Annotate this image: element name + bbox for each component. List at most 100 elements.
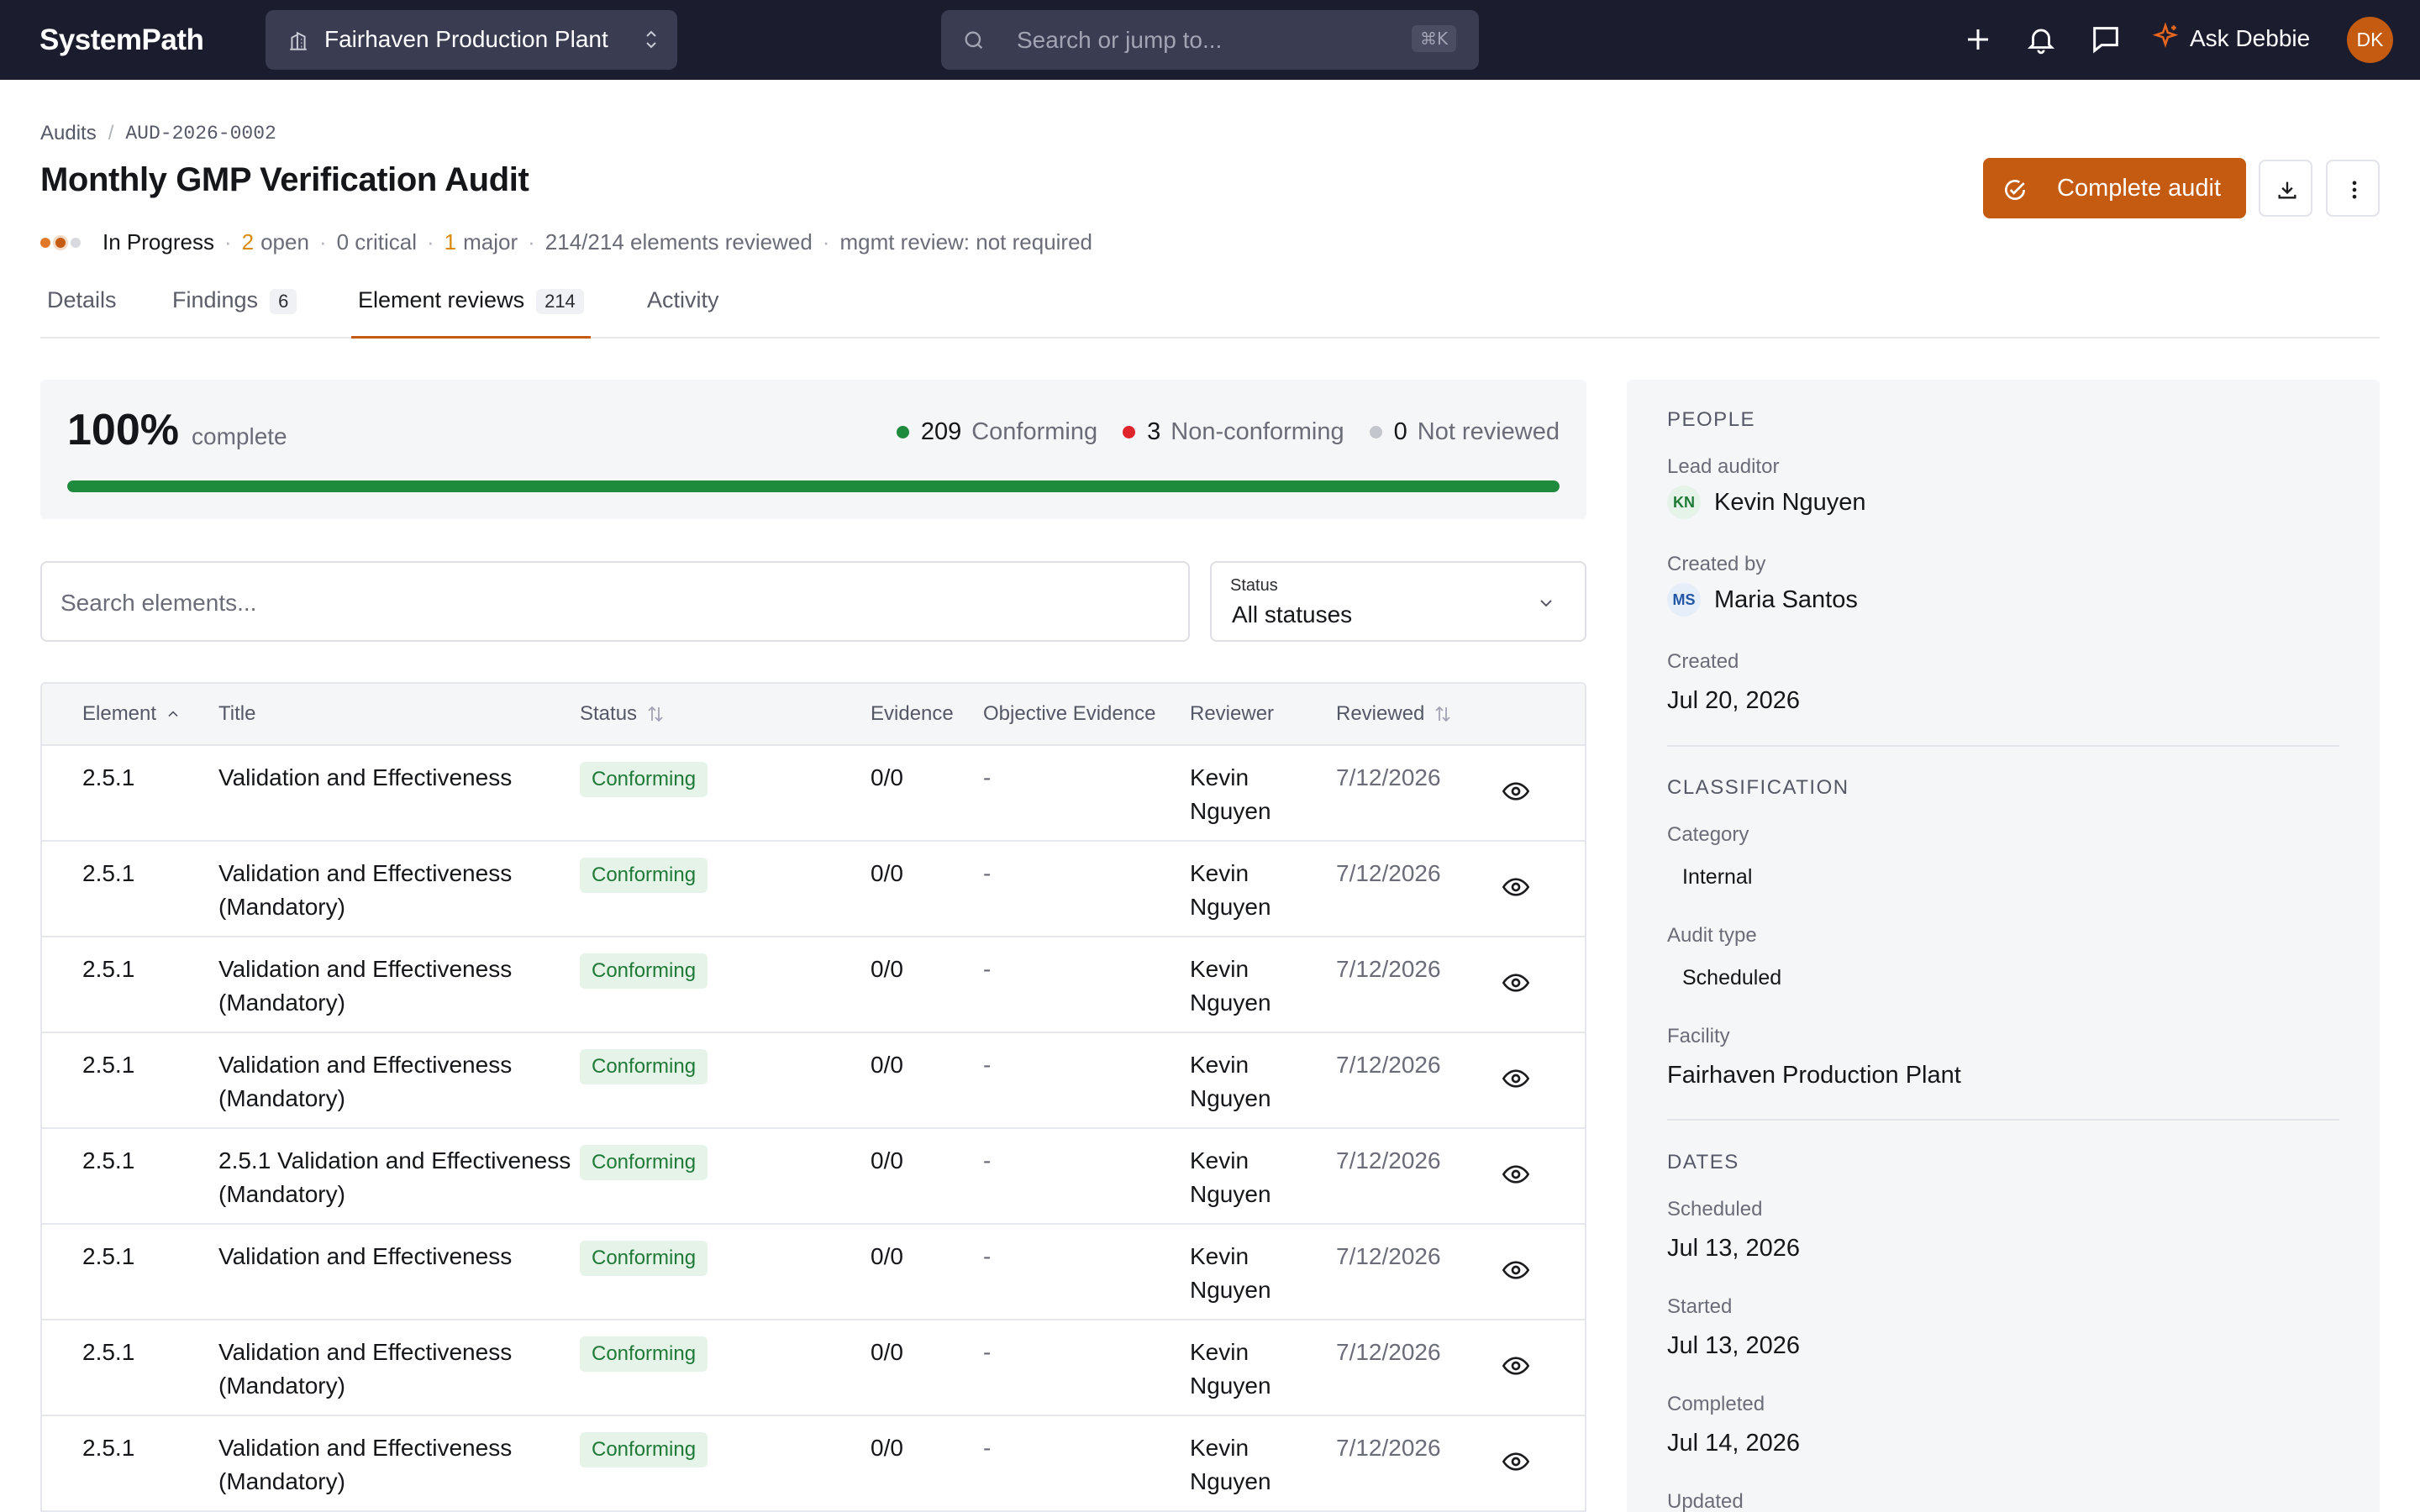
breadcrumb-current: AUD-2026-0002 [125, 123, 276, 144]
element-search-input[interactable]: Search elements... [40, 561, 1190, 642]
started-label: Started [1667, 1295, 1733, 1318]
completed-value: Jul 14, 2026 [1667, 1430, 1801, 1457]
row-title: Validation and Effectiveness [218, 1243, 513, 1269]
col-status-header[interactable]: Status [580, 702, 666, 726]
eye-icon[interactable] [1502, 1257, 1530, 1290]
app-logo[interactable]: SystemPath [39, 24, 204, 57]
col-status-label: Status [580, 702, 638, 725]
more-actions-button[interactable] [2326, 160, 2380, 217]
eye-icon[interactable] [1502, 1352, 1530, 1386]
row-element: 2.5.1 [82, 1052, 135, 1078]
chevron-down-icon [1536, 593, 1556, 617]
status-filter-select[interactable]: Status All statuses [1210, 561, 1586, 642]
category-value: Internal [1667, 860, 1768, 895]
tab-details[interactable]: Details [47, 287, 117, 339]
row-objective-evidence: - [983, 764, 992, 790]
table-row[interactable]: 2.5.1 Validation and Effectiveness (Mand… [42, 1416, 1585, 1510]
tab-element-reviews-label: Element reviews [358, 287, 525, 312]
row-element: 2.5.1 [82, 1147, 135, 1173]
table-row[interactable]: 2.5.1 Validation and Effectiveness (Mand… [42, 1320, 1585, 1416]
status-badge: Conforming [580, 1241, 708, 1276]
col-reviewer-label: Reviewer [1190, 702, 1275, 725]
breadcrumb: Audits / AUD-2026-0002 [40, 122, 276, 145]
bell-icon[interactable] [2025, 23, 2057, 60]
tab-activity[interactable]: Activity [647, 287, 719, 339]
nonconforming-dot-icon [1123, 426, 1136, 438]
not-reviewed-dot-icon [1369, 426, 1382, 438]
eye-icon[interactable] [1502, 874, 1530, 907]
complete-audit-button[interactable]: Complete audit [1983, 158, 2246, 218]
created-by-label: Created by [1667, 553, 1766, 575]
table-row[interactable]: 2.5.1 2.5.1 Validation and Effectiveness… [42, 1129, 1585, 1225]
audit-type-label: Audit type [1667, 924, 1757, 947]
row-evidence: 0/0 [871, 1435, 903, 1461]
conforming-count: 209 [920, 418, 962, 445]
tab-findings[interactable]: Findings 6 [172, 287, 297, 339]
row-objective-evidence: - [983, 1147, 992, 1173]
row-status-cell: Conforming [580, 1144, 708, 1180]
row-title: Validation and Effectiveness (Mandatory) [218, 956, 513, 1016]
tab-element-reviews[interactable]: Element reviews 214 [351, 287, 591, 339]
row-element: 2.5.1 [82, 860, 135, 886]
row-status-cell: Conforming [580, 953, 708, 989]
row-element: 2.5.1 [82, 1435, 135, 1461]
facility-switcher[interactable]: Fairhaven Production Plant [266, 10, 677, 70]
col-evidence-label: Evidence [871, 702, 954, 725]
not-reviewed-label: Not reviewed [1417, 418, 1560, 445]
table-row[interactable]: 2.5.1 Validation and Effectiveness (Mand… [42, 1033, 1585, 1129]
row-element: 2.5.1 [82, 956, 135, 982]
global-search-input[interactable]: Search or jump to... [1017, 27, 1222, 54]
lead-auditor[interactable]: KN Kevin Nguyen [1667, 486, 1866, 519]
row-title: Validation and Effectiveness (Mandatory) [218, 1052, 513, 1111]
table-row[interactable]: 2.5.1 Validation and Effectiveness Confo… [42, 1225, 1585, 1320]
created-label: Created [1667, 650, 1739, 673]
lead-auditor-name: Kevin Nguyen [1714, 488, 1866, 516]
tab-bar: Details Findings 6 Element reviews 214 Act… [40, 277, 2380, 339]
started-value: Jul 13, 2026 [1667, 1332, 1801, 1359]
eye-icon[interactable] [1502, 1065, 1530, 1099]
eye-icon[interactable] [1502, 778, 1530, 811]
table-row[interactable]: 2.5.1 Validation and Effectiveness (Mand… [42, 842, 1585, 937]
col-evidence-header: Evidence [871, 702, 954, 726]
eye-icon[interactable] [1502, 1448, 1530, 1482]
eye-icon[interactable] [1502, 1161, 1530, 1194]
plus-icon[interactable] [1963, 23, 1993, 60]
row-evidence: 0/0 [871, 1147, 903, 1173]
table-row[interactable]: 2.5.1 Validation and Effectiveness (Mand… [42, 937, 1585, 1033]
col-reviewed-header[interactable]: Reviewed [1336, 702, 1453, 726]
meta-separator: · [528, 229, 535, 255]
global-search[interactable]: Search or jump to... ⌘K [941, 10, 1479, 70]
element-search-placeholder: Search elements... [60, 590, 257, 616]
download-button[interactable] [2259, 160, 2312, 217]
more-vertical-icon [2352, 181, 2357, 199]
chat-icon[interactable] [2089, 23, 2123, 60]
row-status-cell: Conforming [580, 857, 708, 893]
facility-label: Facility [1667, 1025, 1730, 1047]
sort-icon [648, 706, 663, 722]
not-reviewed-count: 0 [1393, 418, 1407, 445]
updated-label: Updated [1667, 1490, 1744, 1512]
meta-separator: · [426, 229, 434, 255]
check-circle-icon [2002, 176, 2028, 210]
created-by[interactable]: MS Maria Santos [1667, 583, 1858, 617]
progress-percent: 100% [67, 406, 179, 454]
tab-findings-count: 6 [270, 289, 297, 314]
breadcrumb-audits-link[interactable]: Audits [40, 122, 97, 145]
progress-bar [67, 480, 1560, 492]
meta-separator: · [822, 229, 830, 255]
ask-debbie-button[interactable]: Ask Debbie [2151, 22, 2310, 55]
col-element-label: Element [82, 702, 157, 725]
row-evidence: 0/0 [871, 860, 903, 886]
facility-name: Fairhaven Production Plant [324, 26, 608, 52]
table-row[interactable]: 2.5.1 Validation and Effectiveness Confo… [42, 746, 1585, 842]
facility-value: Fairhaven Production Plant [1667, 1062, 1961, 1089]
eye-icon[interactable] [1502, 969, 1530, 1003]
sort-icon [1435, 706, 1451, 722]
user-avatar[interactable]: DK [2347, 17, 2393, 63]
row-status-cell: Conforming [580, 1048, 708, 1084]
ask-debbie-label: Ask Debbie [2190, 24, 2311, 51]
progress-card: 100% complete 209 Conforming 3 Non-confo… [40, 380, 1586, 519]
meta-separator: · [224, 229, 232, 255]
top-navbar: SystemPath Fairhaven Production Plant Se… [0, 0, 2420, 80]
col-element-header[interactable]: Element [82, 702, 182, 726]
